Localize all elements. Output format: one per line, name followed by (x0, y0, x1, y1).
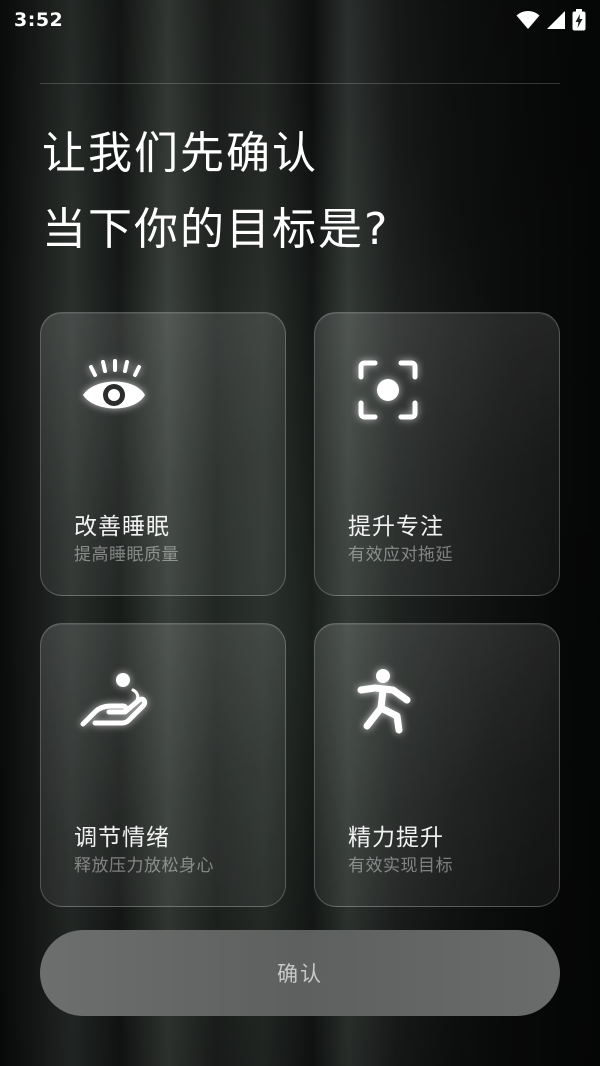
goal-subtitle: 释放压力放松身心 (74, 856, 214, 876)
goal-card-improve-focus[interactable]: 提升专注 有效应对拖延 (314, 312, 560, 596)
goal-subtitle: 有效应对拖延 (348, 545, 453, 565)
goal-card-improve-sleep[interactable]: 改善睡眠 提高睡眠质量 (40, 312, 286, 596)
goal-title: 提升专注 (348, 514, 444, 540)
page-title-line-1: 让我们先确认 (42, 128, 318, 179)
page-title-line-2: 当下你的目标是? (42, 204, 390, 255)
focus-target-icon (358, 360, 418, 420)
goal-card-regulate-mood[interactable]: 调节情绪 释放压力放松身心 (40, 623, 286, 907)
goal-title: 改善睡眠 (74, 514, 170, 540)
status-time: 3:52 (14, 9, 64, 31)
goal-card-boost-energy[interactable]: 精力提升 有效实现目标 (314, 623, 560, 907)
goal-subtitle: 提高睡眠质量 (74, 545, 179, 565)
confirm-button[interactable]: 确认 (40, 930, 560, 1016)
battery-charging-icon (572, 9, 586, 31)
goal-title: 精力提升 (348, 825, 444, 851)
eye-icon (83, 359, 145, 409)
hand-release-icon (80, 673, 148, 727)
page-title: 让我们先确认 当下你的目标是? (42, 116, 562, 268)
top-divider (40, 83, 560, 84)
cellular-signal-icon (547, 11, 565, 29)
goal-title: 调节情绪 (74, 825, 170, 851)
status-bar: 3:52 (0, 0, 600, 40)
status-icons (516, 9, 586, 31)
goal-subtitle: 有效实现目标 (348, 856, 453, 876)
wifi-icon (516, 11, 540, 29)
running-person-icon (357, 669, 411, 734)
